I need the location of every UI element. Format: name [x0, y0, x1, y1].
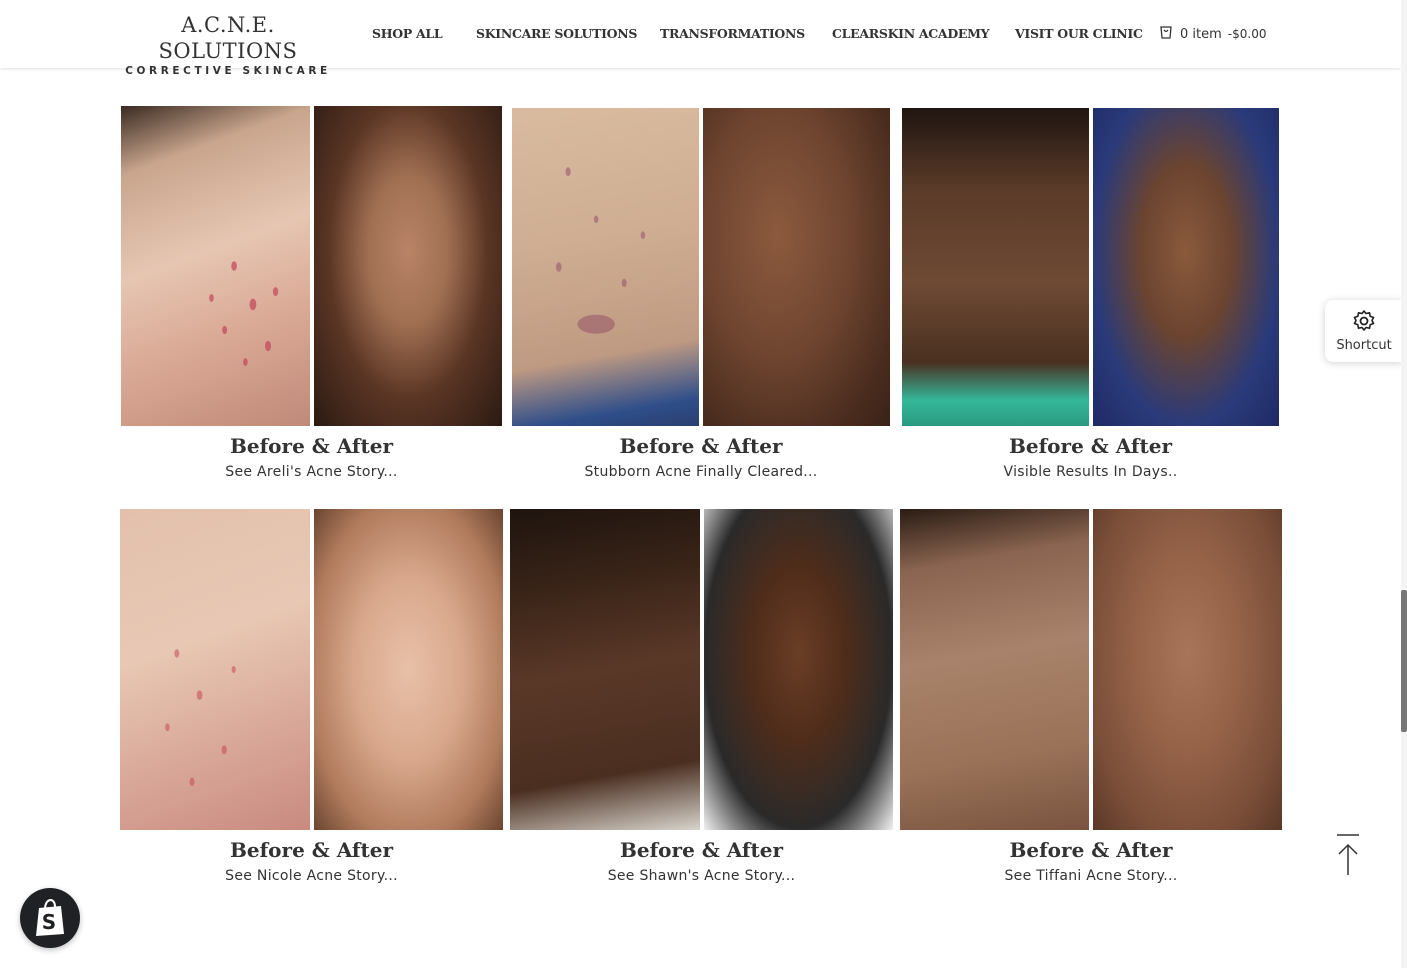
card-title: Before & After — [619, 838, 784, 862]
logo-title: A.C.N.E. SOLUTIONS — [158, 13, 298, 63]
transformation-card[interactable]: Before & After See Areli's Acne Story... — [121, 106, 502, 496]
card-subtitle[interactable]: See Areli's Acne Story... — [121, 464, 502, 480]
svg-text:S: S — [42, 910, 56, 934]
before-after-photo[interactable] — [120, 509, 503, 830]
transformation-card[interactable]: Before & After Stubborn Acne Finally Cle… — [512, 106, 890, 496]
card-title: Before & After — [229, 838, 394, 862]
after-photo — [313, 509, 503, 830]
before-after-photo[interactable] — [121, 106, 502, 426]
scrollbar-track[interactable] — [1401, 0, 1407, 968]
after-photo — [703, 108, 890, 426]
site-logo[interactable]: A.C.N.E. SOLUTIONS CORRECTIVE SKINCARE — [118, 12, 338, 78]
after-photo — [703, 509, 893, 830]
before-photo — [900, 509, 1089, 830]
card-subtitle[interactable]: Stubborn Acne Finally Cleared... — [512, 464, 890, 480]
before-after-photo[interactable] — [512, 108, 890, 426]
before-photo — [510, 509, 700, 830]
shortcut-button[interactable]: Shortcut — [1325, 300, 1403, 362]
shopify-chat-button[interactable]: S — [20, 888, 80, 948]
shopify-bag-icon: S — [32, 898, 68, 942]
before-photo — [121, 106, 310, 426]
before-after-photo[interactable] — [900, 509, 1282, 830]
card-title: Before & After — [229, 434, 394, 458]
transformation-card[interactable]: Before & After See Shawn's Acne Story... — [510, 509, 893, 899]
gear-icon — [1352, 309, 1376, 337]
after-photo — [313, 106, 502, 426]
site-header: A.C.N.E. SOLUTIONS CORRECTIVE SKINCARE S… — [0, 0, 1401, 77]
card-subtitle[interactable]: Visible Results In Days.. — [902, 464, 1279, 480]
before-photo — [902, 108, 1089, 426]
cart-total: -$0.00 — [1227, 27, 1267, 41]
after-photo — [1092, 108, 1279, 426]
cart-icon — [1158, 24, 1174, 44]
card-title: Before & After — [619, 434, 783, 458]
back-to-top-button[interactable] — [1334, 833, 1362, 877]
logo-subtitle: CORRECTIVE SKINCARE — [125, 65, 331, 77]
nav-visit-our-clinic[interactable]: VISIT OUR CLINIC — [1015, 26, 1143, 41]
transformation-card[interactable]: Before & After Visible Results In Days.. — [902, 106, 1279, 496]
transformation-card[interactable]: Before & After See Nicole Acne Story... — [120, 509, 503, 899]
card-subtitle[interactable]: See Shawn's Acne Story... — [510, 868, 893, 884]
nav-skincare-solutions[interactable]: SKINCARE SOLUTIONS — [476, 26, 637, 41]
before-after-photo[interactable] — [510, 509, 893, 830]
before-after-photo[interactable] — [902, 108, 1279, 426]
cart-count: 0 item — [1180, 26, 1222, 42]
nav-clearskin-academy[interactable]: CLEARSKIN ACADEMY — [832, 26, 990, 41]
scrollbar-thumb[interactable] — [1401, 590, 1407, 732]
nav-shop-all[interactable]: SHOP ALL — [372, 26, 443, 41]
shortcut-label: Shortcut — [1336, 338, 1392, 353]
after-photo — [1093, 509, 1282, 830]
nav-transformations[interactable]: TRANSFORMATIONS — [660, 26, 805, 41]
arrow-up-icon — [1334, 834, 1362, 881]
cart-link[interactable]: 0 item -$0.00 — [1158, 24, 1266, 44]
transformation-card[interactable]: Before & After See Tiffani Acne Story... — [900, 509, 1282, 899]
before-photo — [512, 108, 699, 426]
card-subtitle[interactable]: See Tiffani Acne Story... — [900, 868, 1282, 884]
before-photo — [120, 509, 310, 830]
card-subtitle[interactable]: See Nicole Acne Story... — [120, 868, 503, 884]
card-title: Before & After — [1009, 838, 1173, 862]
card-title: Before & After — [1008, 434, 1173, 458]
